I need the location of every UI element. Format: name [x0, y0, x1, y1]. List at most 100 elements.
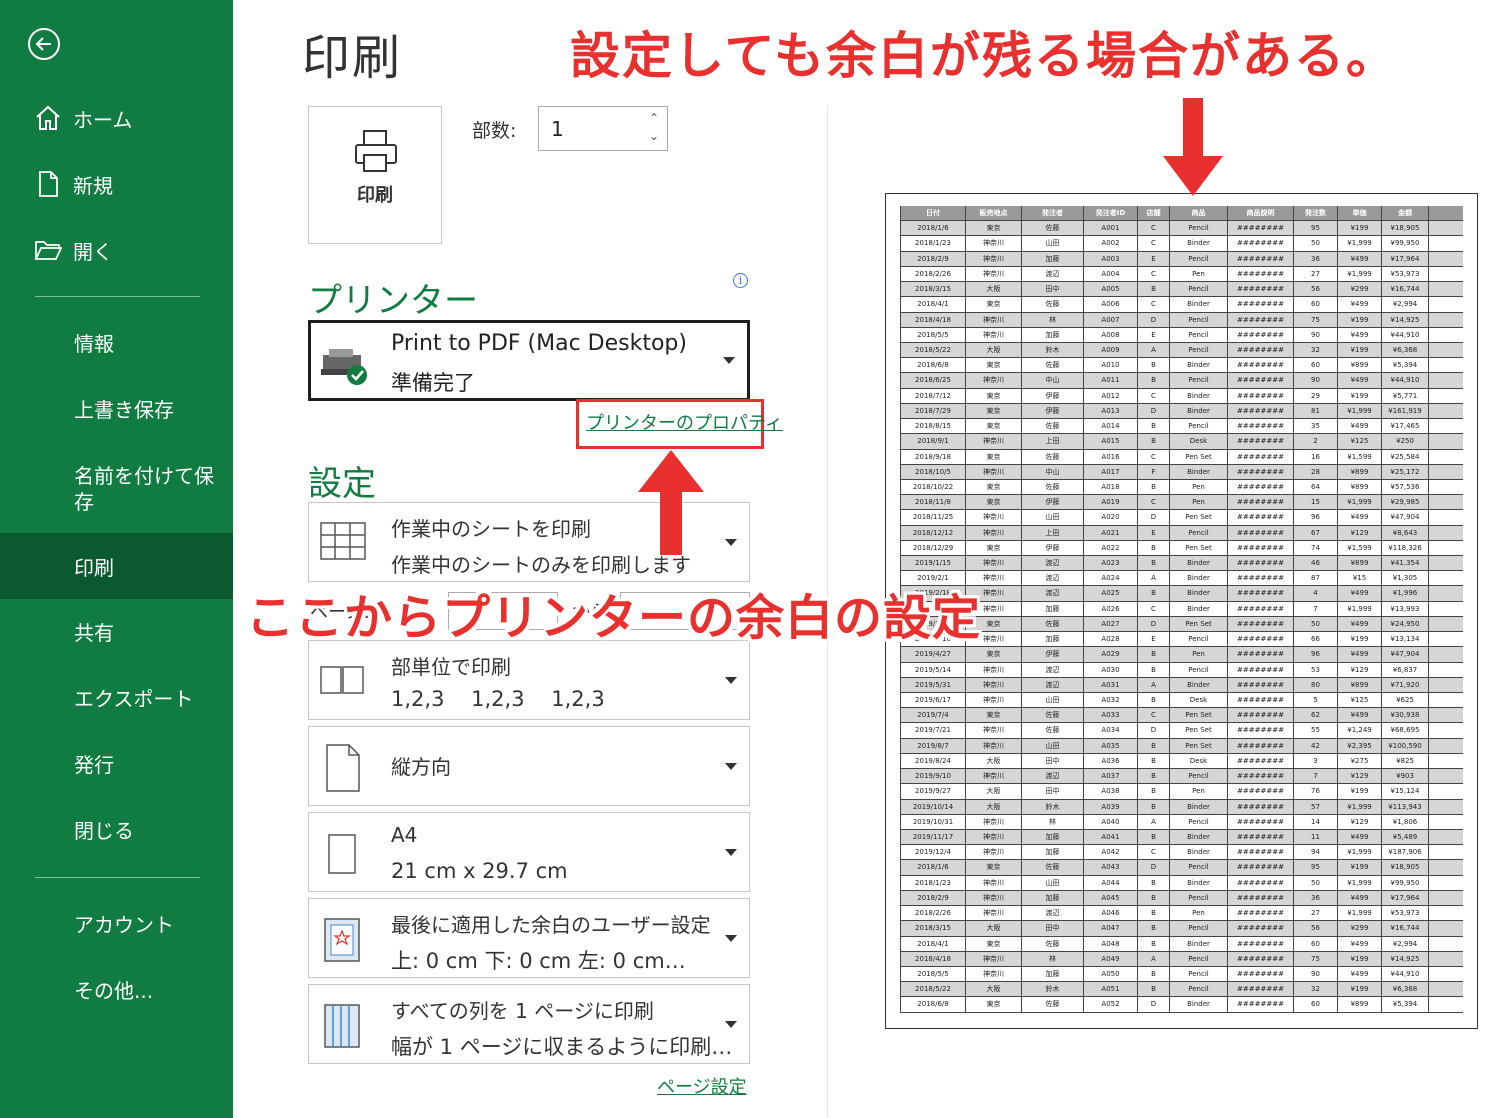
preview-cell: ########: [1228, 449, 1294, 464]
preview-row: 2018/11/8 東京 伊藤 A019 C Pen ######## 15 ¥1,999 ¥29…: [900, 495, 1463, 511]
preview-cell: 16: [1294, 449, 1338, 464]
preview-row: 2018/12/29 東京 伊藤 A022 B Pen Set ######## 74 ¥1,5…: [900, 540, 1463, 557]
preview-cell: ¥24,950: [1382, 616, 1429, 632]
preview-header-cell: 発注者ID: [1084, 206, 1138, 221]
preview-cell: Pencil: [1170, 982, 1228, 997]
collate-dropdown[interactable]: 部単位で印刷 1,2,3 1,2,3 1,2,3: [308, 640, 750, 720]
printer-select[interactable]: Print to PDF (Mac Desktop) 準備完了: [308, 320, 750, 401]
preview-cell: 伊藤: [1022, 647, 1084, 662]
preview-cell: 神奈川: [966, 693, 1022, 708]
preview-cell: ########: [1228, 982, 1294, 997]
chevron-up-icon[interactable]: ⌃: [649, 111, 659, 125]
preview-table: 日付 販売地点 発注者 発注者ID 店舗 商品 商品説明 発注数 単価 金額 2018/1/6 東京佐…: [900, 206, 1463, 1013]
preview-cell: ¥1,999: [1338, 236, 1382, 251]
chevron-down-icon[interactable]: ⌄: [649, 129, 659, 143]
preview-cell: 東京: [966, 495, 1022, 510]
preview-cell: Binder: [1170, 601, 1228, 616]
copies-spinner[interactable]: 1 ⌃ ⌄: [538, 106, 668, 151]
nav-save-as[interactable]: 名前を付けて保存: [0, 452, 233, 526]
margins-dropdown[interactable]: 最後に適用した余白のユーザー設定 上: 0 cm 下: 0 cm 左: 0 cm…: [308, 898, 750, 978]
preview-cell: ¥18,905: [1382, 221, 1429, 236]
preview-row: 2018/8/15 東京 佐藤 A014 B Pencil ######## 35 ¥499 ¥1…: [900, 419, 1463, 435]
copies-value: 1: [551, 117, 564, 141]
preview-cell: Pencil: [1170, 282, 1228, 297]
preview-cell: ¥199: [1338, 632, 1382, 647]
preview-cell: B: [1138, 738, 1170, 753]
preview-cell: ########: [1228, 769, 1294, 784]
preview-row: 2018/9/1 神奈川 上田 A015 B Desk ######## 2 ¥125 ¥250: [900, 434, 1463, 450]
preview-cell: 東京: [966, 419, 1022, 434]
preview-header-cell: 販売地点: [966, 206, 1022, 221]
printer-name: Print to PDF (Mac Desktop): [391, 331, 687, 356]
preview-cell: 2018/12/12: [900, 525, 966, 540]
page-setup-link[interactable]: ページ設定: [657, 1073, 747, 1099]
preview-cell: ¥1,999: [1338, 403, 1382, 419]
preview-cell: C: [1138, 266, 1170, 282]
preview-cell: A: [1138, 814, 1170, 829]
nav-export[interactable]: エクスポート: [0, 665, 233, 729]
paper-size-dropdown[interactable]: A4 21 cm x 29.7 cm: [308, 812, 750, 892]
nav-open[interactable]: 開く: [0, 218, 233, 282]
preview-cell: ########: [1228, 464, 1294, 479]
preview-cell: Binder: [1170, 556, 1228, 571]
info-icon[interactable]: i: [733, 273, 748, 288]
preview-cell: 田中: [1022, 753, 1084, 769]
preview-cell: A052: [1084, 997, 1138, 1012]
nav-save[interactable]: 上書き保存: [0, 376, 233, 440]
preview-cell: A046: [1084, 906, 1138, 921]
preview-cell: ¥8,643: [1382, 525, 1429, 540]
print-button[interactable]: 印刷: [308, 106, 442, 244]
preview-cell: ¥17,465: [1382, 419, 1429, 434]
paper-size-sub: 21 cm x 29.7 cm: [391, 859, 568, 883]
nav-print[interactable]: 印刷: [0, 533, 233, 599]
preview-cell: A032: [1084, 693, 1138, 708]
preview-cell: 東京: [966, 540, 1022, 556]
preview-cell: 神奈川: [966, 373, 1022, 388]
nav-label: ホーム: [73, 107, 133, 132]
nav-account[interactable]: アカウント: [0, 891, 233, 955]
preview-cell: ########: [1228, 525, 1294, 540]
nav-home[interactable]: ホーム: [0, 86, 233, 150]
preview-cell: ########: [1228, 845, 1294, 860]
preview-cell: ¥53,973: [1382, 266, 1429, 282]
orientation-dropdown[interactable]: 縦方向: [308, 726, 750, 806]
preview-cell: Desk: [1170, 693, 1228, 708]
preview-cell: 32: [1294, 982, 1338, 997]
preview-cell: 東京: [966, 479, 1022, 495]
collate-sub: 1,2,3 1,2,3 1,2,3: [391, 687, 605, 711]
preview-cell: 渡辺: [1022, 769, 1084, 784]
preview-cell: 2018/5/5: [900, 327, 966, 342]
preview-cell: 62: [1294, 708, 1338, 723]
printer-properties-link[interactable]: プリンターのプロパティ: [586, 409, 783, 435]
preview-row: 2018/7/29 東京 伊藤 A013 D Binder ######## 81 ¥1,999…: [900, 403, 1463, 420]
preview-cell: 2018/4/1: [900, 936, 966, 951]
preview-cell: 75: [1294, 312, 1338, 327]
nav-publish[interactable]: 発行: [0, 731, 233, 795]
scaling-dropdown[interactable]: すべての列を 1 ページに印刷 幅が 1 ページに収まるように印刷…: [308, 984, 750, 1064]
nav-more[interactable]: その他...: [0, 957, 233, 1021]
preview-cell: A048: [1084, 936, 1138, 951]
preview-cell: B: [1138, 936, 1170, 951]
preview-cell: B: [1138, 373, 1170, 388]
nav-new[interactable]: 新規: [0, 152, 233, 216]
preview-cell: C: [1138, 297, 1170, 312]
preview-cell: B: [1138, 829, 1170, 845]
preview-cell: ¥199: [1338, 951, 1382, 966]
nav-close[interactable]: 閉じる: [0, 797, 233, 861]
preview-row: 2019/1/15 神奈川 渡辺 A023 B Binder ######## 46 ¥899 ¥…: [900, 556, 1463, 572]
back-arrow-icon[interactable]: [28, 28, 60, 60]
preview-cell: 90: [1294, 327, 1338, 342]
preview-header-cell: 発注数: [1294, 206, 1338, 221]
preview-cell: ########: [1228, 738, 1294, 753]
nav-info[interactable]: 情報: [0, 310, 233, 374]
preview-cell: A: [1138, 951, 1170, 966]
preview-cell: ¥1,599: [1338, 540, 1382, 556]
preview-cell: 60: [1294, 936, 1338, 951]
preview-cell: 大阪: [966, 753, 1022, 769]
preview-cell: 2018/9/1: [900, 434, 966, 449]
preview-cell: ¥1,999: [1338, 799, 1382, 814]
preview-cell: A025: [1084, 586, 1138, 601]
nav-share[interactable]: 共有: [0, 599, 233, 663]
print-button-label: 印刷: [357, 185, 393, 206]
preview-cell: 90: [1294, 966, 1338, 982]
